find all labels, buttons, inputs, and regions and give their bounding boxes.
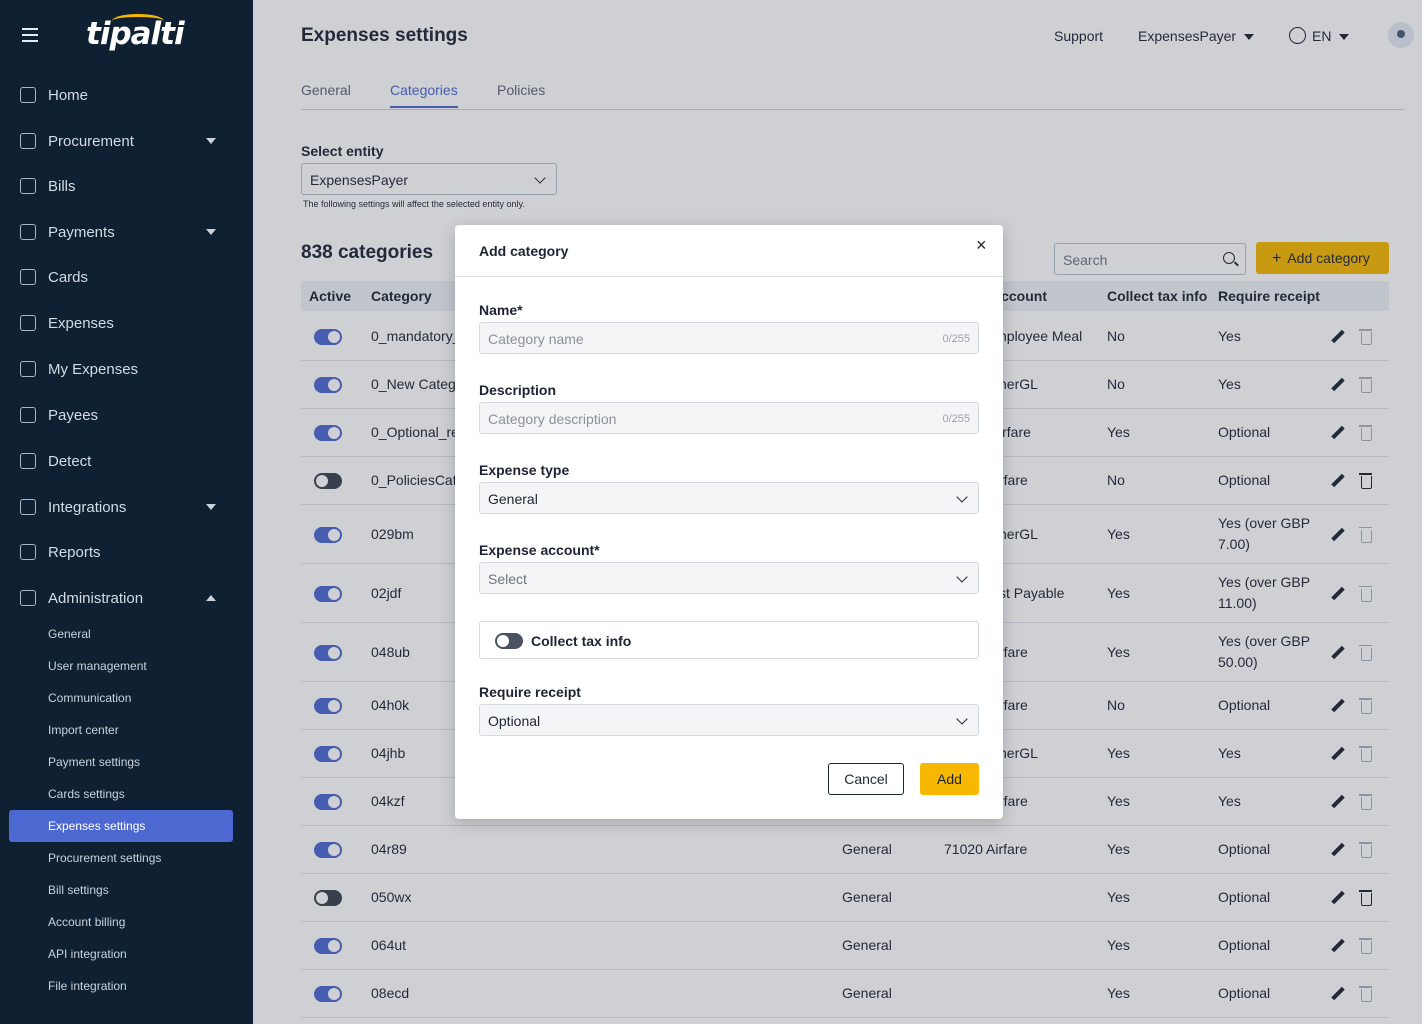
sidebar-subitem-expenses-settings[interactable]: Expenses settings [48,816,145,836]
expense-account-select[interactable]: Select [479,562,979,594]
chart-icon [20,544,36,560]
name-field[interactable]: Category name 0/255 [479,322,979,354]
sidebar-item-label: Payees [48,406,99,424]
detect-icon [20,453,36,469]
sidebar-item-procurement[interactable]: Procurement [20,129,220,153]
add-category-dialog: Add category × Name* Category name 0/255 … [455,225,1003,819]
people-icon [20,407,36,423]
sidebar-header: tipalti [0,0,253,72]
sidebar-subitem-user-management[interactable]: User management [48,656,147,676]
sidebar-subitem-payment-settings[interactable]: Payment settings [48,752,140,772]
description-field[interactable]: Category description 0/255 [479,402,979,434]
require-receipt-label: Require receipt [479,684,581,700]
caret-down-icon [206,504,216,510]
wallet-icon [20,361,36,377]
chevron-down-icon [956,713,968,725]
add-button[interactable]: Add [920,763,979,795]
expense-account-value: Select [488,571,527,587]
bag-icon [20,133,36,149]
name-char-count: 0/255 [942,333,970,345]
sidebar-item-administration[interactable]: Administration [20,586,220,610]
sidebar-subitem-api-integration[interactable]: API integration [48,944,127,964]
collect-tax-label: Collect tax info [531,633,632,649]
sidebar-item-detect[interactable]: Detect [20,449,220,473]
sidebar-subitem-import-center[interactable]: Import center [48,720,119,740]
expense-type-label: Expense type [479,462,570,478]
sidebar-subitem-general[interactable]: General [48,624,91,644]
caret-down-icon [206,138,216,144]
logo[interactable]: tipalti [86,16,185,52]
sidebar-item-label: Cards [48,268,89,286]
chevron-down-icon [956,571,968,583]
sidebar-item-label: Home [48,86,89,104]
menu-icon[interactable] [22,28,38,42]
list-icon [20,590,36,606]
bill-icon [20,178,36,194]
name-label: Name* [479,302,523,318]
sidebar-item-payments[interactable]: Payments [20,220,220,244]
money-bag-icon [20,224,36,240]
sidebar-item-label: Integrations [48,498,127,516]
caret-up-icon [206,595,216,601]
sidebar-subitem-cards-settings[interactable]: Cards settings [48,784,125,804]
wallet-icon [20,315,36,331]
sidebar: tipalti Home Procurement Bills Payments Card… [0,0,253,1024]
sidebar-item-label: Procurement [48,132,134,150]
sidebar-subitem-file-integration[interactable]: File integration [48,976,127,996]
chevron-down-icon [956,491,968,503]
require-receipt-value: Optional [488,713,541,729]
sidebar-item-payees[interactable]: Payees [20,403,220,427]
sidebar-item-expenses[interactable]: Expenses [20,311,220,335]
caret-down-icon [206,229,216,235]
sidebar-item-label: Detect [48,452,92,470]
sidebar-subitem-procurement-settings[interactable]: Procurement settings [48,848,161,868]
collect-tax-box: Collect tax info [479,621,979,659]
sidebar-item-label: My Expenses [48,360,139,378]
sidebar-item-reports[interactable]: Reports [20,540,220,564]
sidebar-subitem-bill-settings[interactable]: Bill settings [48,880,109,900]
sidebar-item-label: Reports [48,543,101,561]
expense-type-select[interactable]: General [479,482,979,514]
cancel-button[interactable]: Cancel [828,763,904,795]
sidebar-item-bills[interactable]: Bills [20,174,220,198]
close-icon[interactable]: × [976,235,987,256]
sidebar-subitem-account-billing[interactable]: Account billing [48,912,125,932]
sidebar-subitem-communication[interactable]: Communication [48,688,131,708]
sidebar-item-integrations[interactable]: Integrations [20,495,220,519]
name-placeholder: Category name [488,331,584,347]
card-icon [20,269,36,285]
home-icon [20,87,36,103]
expense-account-label: Expense account* [479,542,600,558]
description-placeholder: Category description [488,411,617,427]
dialog-header: Add category × [455,225,1003,277]
sidebar-item-label: Payments [48,223,115,241]
description-label: Description [479,382,557,398]
collect-tax-toggle[interactable] [495,633,523,649]
sidebar-item-label: Bills [48,177,76,195]
expense-type-value: General [488,491,538,507]
description-char-count: 0/255 [942,413,970,425]
sidebar-item-cards[interactable]: Cards [20,265,220,289]
sidebar-item-home[interactable]: Home [20,83,220,107]
sync-icon [20,499,36,515]
sidebar-item-label: Administration [48,589,144,607]
require-receipt-select[interactable]: Optional [479,704,979,736]
sidebar-item-label: Expenses [48,314,114,332]
sidebar-item-my-expenses[interactable]: My Expenses [20,357,220,381]
dialog-title: Add category [479,243,569,259]
